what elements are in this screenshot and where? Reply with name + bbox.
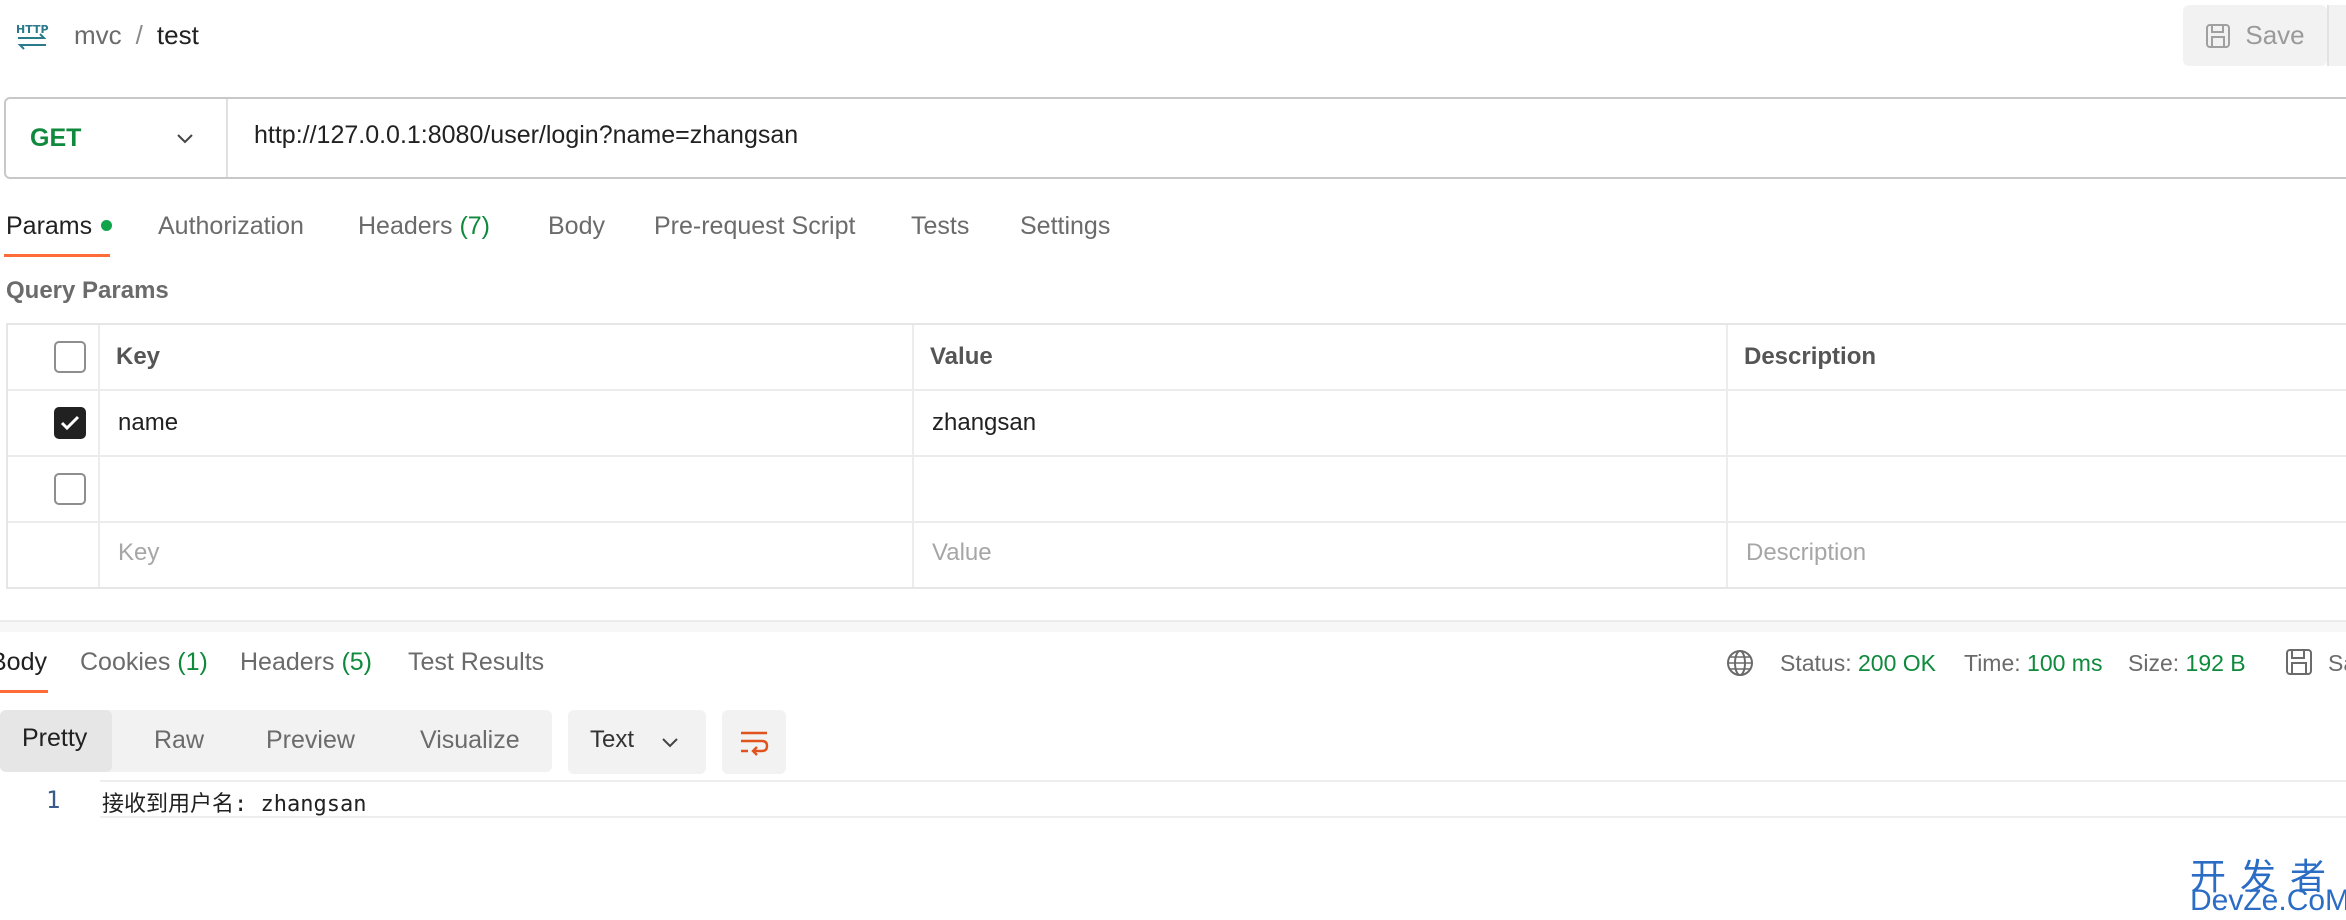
view-mode-visualize[interactable]: Visualize xyxy=(420,723,520,757)
response-tab-headers-count: (5) xyxy=(341,648,373,676)
new-key-input[interactable]: Key xyxy=(118,539,159,567)
view-mode-tabs: Pretty Raw Preview Visualize xyxy=(0,710,552,772)
response-tab-body[interactable]: Body xyxy=(0,646,47,678)
response-size[interactable]: Size: 192 B xyxy=(2128,648,2246,678)
new-value-input[interactable]: Value xyxy=(932,539,992,567)
response-body-line[interactable]: 接收到用户名: zhangsan xyxy=(102,786,366,818)
wrap-lines-icon xyxy=(741,731,769,756)
tab-headers-count: (7) xyxy=(459,212,491,240)
view-mode-raw[interactable]: Raw xyxy=(154,723,204,757)
wrap-lines-button[interactable] xyxy=(722,710,786,774)
tab-body[interactable]: Body xyxy=(548,210,605,242)
new-description-input[interactable]: Description xyxy=(1746,539,1866,567)
response-tab-cookies-count: (1) xyxy=(177,648,208,676)
tab-authorization[interactable]: Authorization xyxy=(158,210,304,242)
http-request-icon: HTTP xyxy=(16,23,49,50)
status-label: Status: xyxy=(1780,650,1852,676)
check-icon xyxy=(60,415,80,431)
params-active-dot xyxy=(101,219,113,231)
query-params-title: Query Params xyxy=(6,277,169,304)
save-icon xyxy=(2206,23,2231,48)
pane-divider[interactable] xyxy=(0,620,2346,632)
save-response-icon[interactable] xyxy=(2284,647,2314,677)
param-row-checkbox[interactable] xyxy=(54,473,86,505)
column-key: Key xyxy=(116,343,161,370)
tab-params[interactable]: Params xyxy=(6,210,113,242)
view-mode-preview[interactable]: Preview xyxy=(266,723,355,757)
response-status[interactable]: Status: 200 OK xyxy=(1780,648,1936,678)
save-options-dropdown[interactable] xyxy=(2327,5,2346,66)
view-mode-pretty-label: Pretty xyxy=(22,724,88,752)
response-tab-test-results[interactable]: Test Results xyxy=(408,646,544,678)
status-value: 200 OK xyxy=(1858,650,1936,676)
format-select[interactable]: Text xyxy=(568,710,706,774)
line-number: 1 xyxy=(46,786,61,814)
globe-icon[interactable] xyxy=(1725,648,1755,678)
editor-border xyxy=(100,816,2346,818)
view-mode-pretty[interactable]: Pretty xyxy=(0,710,112,772)
chevron-down-icon xyxy=(177,134,193,144)
svg-text:HTTP: HTTP xyxy=(16,23,49,36)
response-time[interactable]: Time: 100 ms xyxy=(1964,648,2102,678)
response-tab-cookies[interactable]: Cookies (1) xyxy=(80,646,208,678)
active-tab-underline xyxy=(0,690,48,693)
size-label: Size: xyxy=(2128,650,2180,676)
response-tab-cookies-label: Cookies xyxy=(80,648,171,676)
tab-settings[interactable]: Settings xyxy=(1020,210,1110,242)
active-tab-underline xyxy=(4,254,110,257)
save-button[interactable]: Save xyxy=(2183,5,2327,66)
response-tab-headers[interactable]: Headers (5) xyxy=(240,646,372,678)
watermark-site: DevZe.CoM xyxy=(2190,884,2346,917)
breadcrumb-separator: / xyxy=(135,20,143,50)
save-response-label[interactable]: Sa xyxy=(2328,648,2346,678)
response-tab-headers-label: Headers xyxy=(240,648,335,676)
tab-headers-label: Headers xyxy=(358,212,453,240)
request-url-bar: GET http://127.0.0.1:8080/user/login?nam… xyxy=(4,97,2346,179)
tab-params-label: Params xyxy=(6,212,93,240)
time-value: 100 ms xyxy=(2027,650,2103,676)
chevron-down-icon xyxy=(662,738,678,748)
column-description: Description xyxy=(1744,343,1877,370)
breadcrumb-request[interactable]: test xyxy=(157,20,199,50)
param-value-cell[interactable]: zhangsan xyxy=(932,409,1036,437)
column-value: Value xyxy=(930,343,993,370)
breadcrumb: mvc / test xyxy=(74,18,199,52)
tab-prerequest-script[interactable]: Pre-request Script xyxy=(654,210,855,242)
method-select[interactable]: GET xyxy=(6,99,228,177)
url-input[interactable]: http://127.0.0.1:8080/user/login?name=zh… xyxy=(254,121,798,150)
param-key-cell[interactable]: name xyxy=(118,409,178,437)
save-button-label: Save xyxy=(2245,20,2305,50)
query-params-table: Key Value Description name zhangsan Key … xyxy=(6,323,2346,589)
tab-tests[interactable]: Tests xyxy=(911,210,969,242)
method-label: GET xyxy=(30,123,82,152)
editor-border xyxy=(100,780,2346,782)
tab-headers[interactable]: Headers (7) xyxy=(358,210,490,242)
select-all-checkbox[interactable] xyxy=(54,341,86,373)
size-value: 192 B xyxy=(2185,650,2246,676)
param-row-checkbox[interactable] xyxy=(54,407,86,439)
time-label: Time: xyxy=(1964,650,2021,676)
breadcrumb-collection[interactable]: mvc xyxy=(74,20,122,50)
format-select-label: Text xyxy=(590,726,635,753)
